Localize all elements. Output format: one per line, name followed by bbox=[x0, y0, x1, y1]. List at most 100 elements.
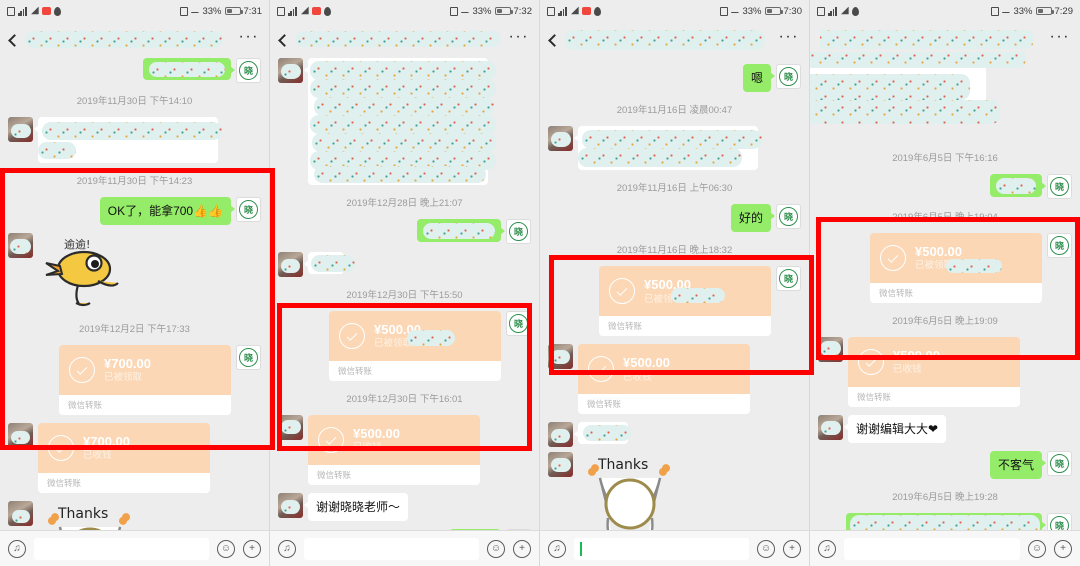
input-bar-1[interactable]: ♫ ☺ + bbox=[0, 530, 269, 566]
plus-icon[interactable]: + bbox=[513, 539, 531, 558]
more-options-icon[interactable]: ··· bbox=[509, 29, 529, 47]
transfer-footer: 微信转账 bbox=[59, 395, 231, 416]
bluetooth-icon: ⚊ bbox=[730, 5, 740, 16]
message-row bbox=[540, 122, 809, 174]
check-circle-icon bbox=[48, 435, 74, 462]
message-row: 好的 晓 bbox=[540, 200, 809, 236]
avatar[interactable] bbox=[278, 252, 303, 277]
transfer-card-sent[interactable]: ¥500.00 已被领取 微信转账 bbox=[599, 266, 771, 337]
censored-bubble bbox=[846, 513, 1046, 530]
avatar[interactable]: 晓 bbox=[776, 64, 801, 89]
plus-icon[interactable]: + bbox=[243, 539, 261, 558]
transfer-card-received[interactable]: ¥500.00 已收钱 微信转账 bbox=[308, 415, 480, 485]
transfer-footer: 微信转账 bbox=[578, 394, 750, 415]
message-list-3[interactable]: 嗯 晓 2019年11月16日 凌晨00:47 2019年11月16日 上午06… bbox=[540, 58, 809, 530]
battery-icon bbox=[224, 7, 243, 15]
nav-bar-3: ··· bbox=[540, 22, 809, 58]
plus-icon[interactable]: + bbox=[1054, 539, 1072, 558]
message-input[interactable] bbox=[574, 537, 749, 560]
more-options-icon[interactable]: ··· bbox=[1050, 29, 1070, 47]
avatar[interactable] bbox=[8, 501, 33, 527]
drop-icon bbox=[593, 6, 601, 16]
avatar[interactable] bbox=[278, 493, 303, 518]
avatar[interactable] bbox=[8, 233, 33, 259]
contact-name-censored bbox=[25, 30, 239, 50]
emoji-icon[interactable]: ☺ bbox=[757, 539, 775, 558]
transfer-amount: ¥700.00 bbox=[104, 356, 151, 372]
timestamp: 2019年11月16日 晚上18:32 bbox=[616, 245, 733, 257]
avatar[interactable]: 晓 bbox=[1047, 513, 1072, 530]
voice-icon[interactable]: ♫ bbox=[818, 539, 836, 558]
contact-name-censored bbox=[820, 30, 1050, 50]
input-bar-4[interactable]: ♫ ☺ + bbox=[810, 530, 1080, 566]
more-options-icon[interactable]: ··· bbox=[779, 29, 799, 47]
avatar[interactable]: 晓 bbox=[1047, 233, 1072, 258]
avatar[interactable]: 晓 bbox=[776, 266, 801, 292]
transfer-footer: 微信转账 bbox=[870, 283, 1042, 303]
drop-icon bbox=[53, 6, 61, 16]
avatar[interactable] bbox=[8, 117, 33, 142]
voice-icon[interactable]: ♫ bbox=[8, 539, 26, 558]
censored-bubble bbox=[304, 58, 496, 185]
avatar[interactable]: 晓 bbox=[506, 219, 531, 244]
avatar[interactable]: 晓 bbox=[236, 345, 261, 371]
emoji-icon[interactable]: ☺ bbox=[1028, 539, 1046, 558]
timestamp: 2019年11月30日 下午14:10 bbox=[76, 96, 193, 107]
wifi-icon: ◢ bbox=[571, 5, 579, 16]
transfer-card-received[interactable]: ¥500.00 已收钱 微信转账 bbox=[578, 344, 750, 415]
voice-icon[interactable]: ♫ bbox=[548, 539, 566, 558]
avatar[interactable] bbox=[548, 422, 573, 448]
message-list-1[interactable]: 晓 2019年11月30日 下午14:10 2019年11月30日 下午14:2… bbox=[0, 58, 269, 530]
message-list-2[interactable]: 2019年12月28日 晚上21:07 晓 2019年12月30日 下午15:5… bbox=[270, 58, 539, 530]
signal-icon bbox=[558, 6, 568, 16]
avatar[interactable] bbox=[278, 58, 303, 83]
sim-icon bbox=[719, 6, 728, 16]
message-list-4[interactable]: 2019年6月5日 下午16:16 晓 2019年6月5日 晚上19:04 ¥5… bbox=[810, 52, 1080, 530]
plus-icon[interactable]: + bbox=[783, 539, 801, 558]
transfer-card-sent[interactable]: ¥500.00 已被领取 微信转账 bbox=[870, 233, 1042, 303]
input-bar-3[interactable]: ♫ ☺ + bbox=[540, 530, 809, 566]
message-row: 不客气 晓 bbox=[810, 447, 1080, 483]
message-row: 晓 bbox=[270, 215, 539, 248]
avatar[interactable] bbox=[818, 337, 843, 362]
status-bar-1: ◢ ⚊ 33% 7:31 bbox=[0, 0, 269, 22]
avatar[interactable]: 晓 bbox=[1047, 451, 1072, 477]
avatar[interactable]: 晓 bbox=[506, 311, 531, 336]
message-bubble: 嗯 bbox=[742, 64, 776, 93]
avatar[interactable] bbox=[278, 415, 303, 440]
more-options-icon[interactable]: ··· bbox=[239, 29, 259, 47]
avatar[interactable]: 晓 bbox=[236, 58, 261, 83]
message-input[interactable] bbox=[34, 537, 209, 560]
avatar[interactable] bbox=[548, 452, 573, 478]
transfer-amount: ¥500.00 bbox=[623, 355, 670, 371]
transfer-card-sent[interactable]: ¥700.00 已被领取 微信转账 bbox=[59, 345, 231, 416]
back-icon[interactable] bbox=[548, 33, 561, 47]
avatar[interactable]: 晓 bbox=[1047, 174, 1072, 199]
timestamp: 2019年11月30日 下午14:23 bbox=[76, 176, 193, 187]
input-bar-2[interactable]: ♫ ☺ + bbox=[270, 530, 539, 566]
avatar[interactable] bbox=[548, 344, 573, 370]
transfer-card-sent[interactable]: ¥500.00 已被领取 微信转账 bbox=[329, 311, 501, 381]
transfer-card-received[interactable]: ¥500.00 已收钱 微信转账 bbox=[848, 337, 1020, 407]
avatar[interactable]: 晓 bbox=[776, 204, 801, 230]
message-input[interactable] bbox=[304, 537, 479, 560]
emoji-icon[interactable]: ☺ bbox=[487, 539, 505, 558]
sim-icon bbox=[990, 6, 999, 16]
avatar[interactable] bbox=[548, 126, 573, 152]
thanks-cat-sticker: Thanks bbox=[38, 501, 143, 530]
chat-screen-4: ◢ ⚊ 33% 7:29 ··· 2019年6月5日 下午16:16 晓 201… bbox=[810, 0, 1080, 566]
back-icon[interactable] bbox=[278, 33, 291, 47]
drop-icon bbox=[323, 6, 331, 16]
emoji-icon[interactable]: ☺ bbox=[217, 539, 235, 558]
transfer-card-received[interactable]: ¥700.00 已收钱 微信转账 bbox=[38, 423, 210, 494]
avatar[interactable]: 晓 bbox=[236, 197, 261, 222]
message-input[interactable] bbox=[844, 537, 1020, 560]
drop-icon bbox=[851, 6, 859, 16]
avatar[interactable] bbox=[818, 415, 843, 440]
voice-icon[interactable]: ♫ bbox=[278, 539, 296, 558]
avatar[interactable] bbox=[8, 423, 33, 449]
back-icon[interactable] bbox=[8, 33, 21, 47]
transfer-status: 已收钱 bbox=[83, 450, 112, 462]
message-row: 晓 bbox=[810, 509, 1080, 530]
recording-icon bbox=[311, 7, 321, 15]
